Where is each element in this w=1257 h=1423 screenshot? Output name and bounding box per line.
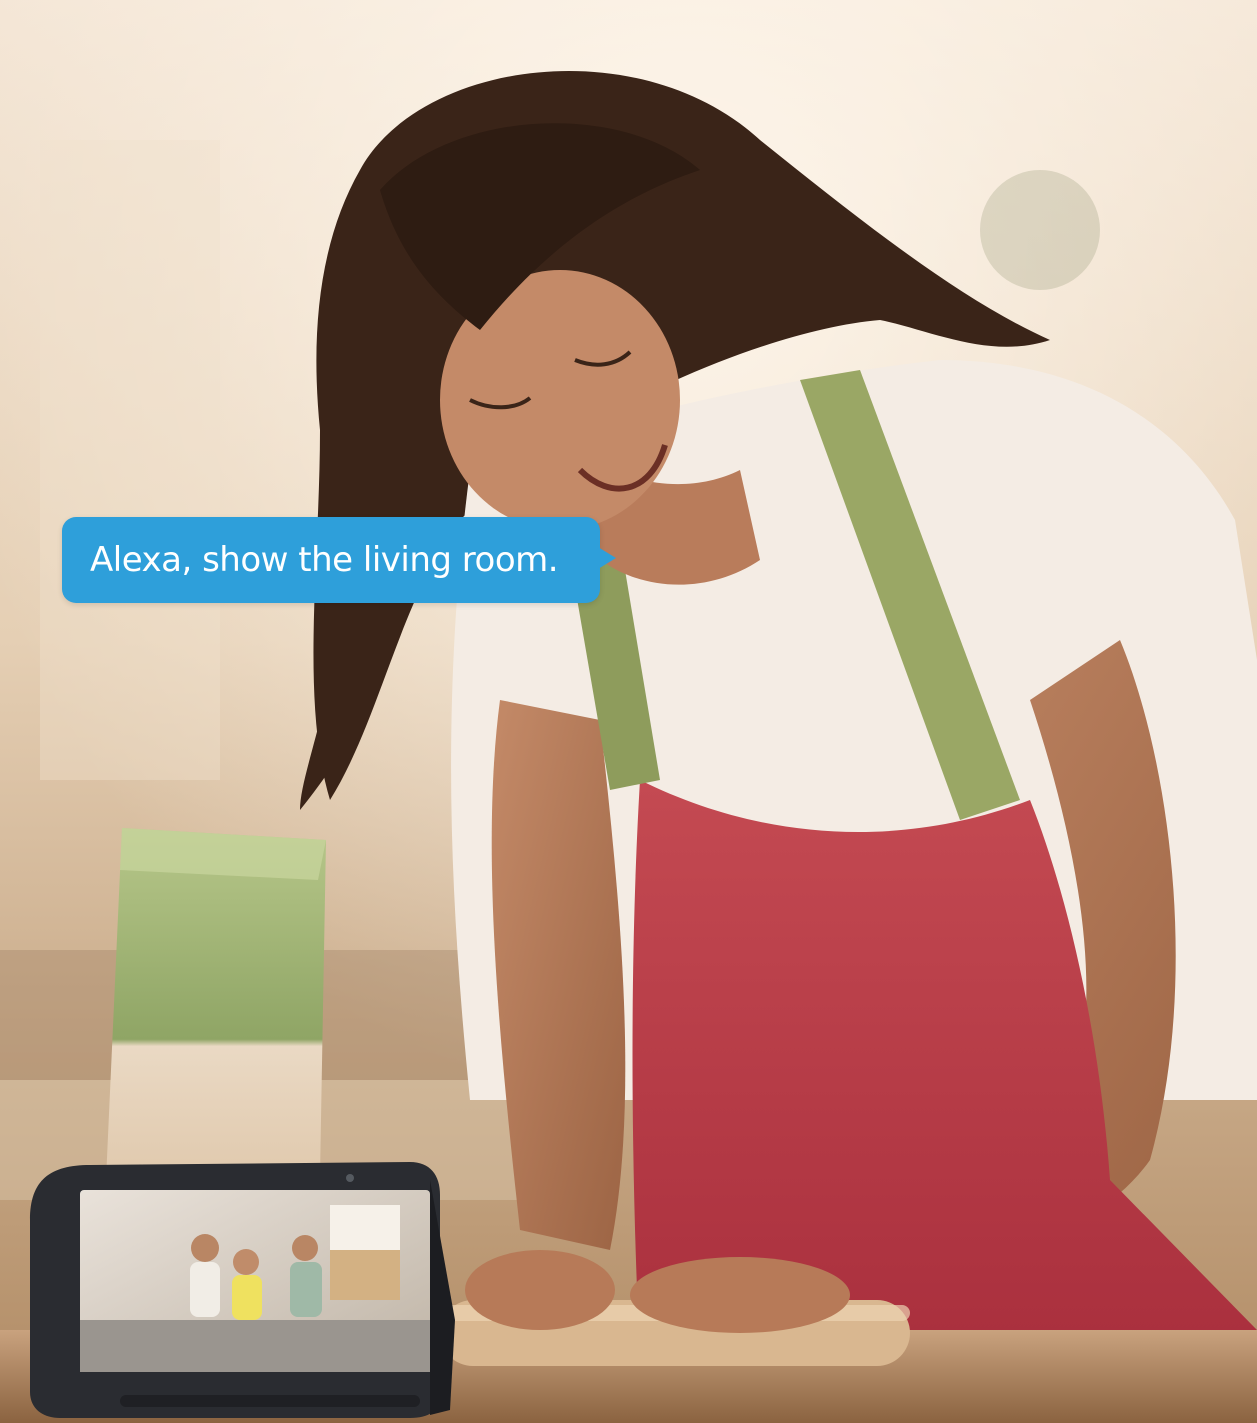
speech-bubble-text: Alexa, show the living room. [90, 540, 559, 580]
smart-display-device [30, 1162, 455, 1418]
scene-illustration [0, 0, 1257, 1423]
speech-bubble: Alexa, show the living room. [62, 517, 616, 603]
product-photo-scene: Alexa, show the living room. [0, 0, 1257, 1423]
